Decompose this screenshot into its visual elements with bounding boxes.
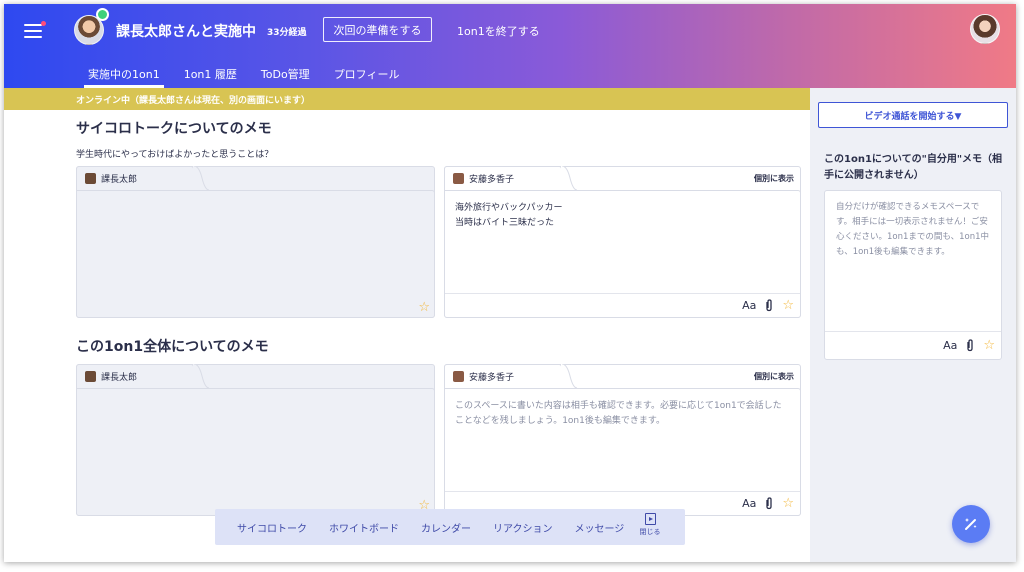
- wand-icon: [965, 518, 977, 530]
- star-icon[interactable]: ☆: [782, 496, 794, 511]
- header: 課長太郎さんと実施中 33分経過 次回の準備をする 1on1を終了する 実施中の…: [4, 4, 1016, 88]
- online-status-banner: オンライン中（課長太郎さんは現在、別の画面にいます）: [4, 88, 810, 110]
- star-icon[interactable]: ☆: [983, 338, 995, 353]
- private-memo-title: この1on1についての"自分用"メモ（相手に公開されません）: [824, 154, 1003, 181]
- private-memo-card[interactable]: 自分だけが確認できるメモスペースです。相手には一切表示されません！ご安心ください…: [824, 190, 1002, 360]
- prepare-next-button[interactable]: 次回の準備をする: [323, 17, 432, 42]
- my-overall-memo-card: 安藤多香子 個別に表示 このスペースに書いた内容は相手も確認できます。必要に応じ…: [444, 364, 801, 516]
- tab-bar: 実施中の1on1 1on1 履歴 ToDo管理 プロフィール: [76, 62, 411, 88]
- partner-overall-memo-card: 課長太郎 ☆: [76, 364, 435, 516]
- partner-memo-card: 課長太郎 ☆: [76, 166, 435, 318]
- online-status-icon: [96, 8, 109, 21]
- toolbar-whiteboard[interactable]: ホワイトボード: [329, 520, 399, 535]
- private-memo-panel: ビデオ通話を開始する▼ この1on1についての"自分用"メモ（相手に公開されませ…: [810, 88, 1016, 562]
- partner-mini-avatar: [85, 371, 96, 382]
- tab-profile[interactable]: プロフィール: [322, 62, 412, 88]
- user-avatar[interactable]: [970, 14, 1000, 44]
- toolbar-close-button[interactable]: 閉じる: [637, 513, 663, 537]
- partner-memo-body[interactable]: [76, 190, 435, 318]
- attachment-icon[interactable]: [764, 299, 774, 312]
- partner-name-label: 課長太郎: [101, 373, 138, 383]
- partner-name-label: 課長太郎: [101, 175, 138, 185]
- attachment-icon[interactable]: [965, 339, 975, 352]
- partner-overall-memo-body[interactable]: [76, 388, 435, 516]
- magic-wand-icon[interactable]: [952, 505, 990, 543]
- elapsed-time: 33分経過: [267, 28, 307, 38]
- memo-toolbar: Aa ☆: [825, 331, 1001, 359]
- section-title-overall: この1on1全体についてのメモ: [76, 339, 269, 355]
- my-name-label: 安藤多香子: [469, 175, 515, 185]
- show-individual-button[interactable]: 個別に表示: [754, 371, 794, 382]
- tab-todo[interactable]: ToDo管理: [249, 62, 322, 88]
- notification-dot: [41, 21, 46, 26]
- partner-name: 課長太郎: [85, 370, 137, 383]
- dice-question: 学生時代にやっておけばよかったと思うことは？: [76, 150, 274, 160]
- session-title: 課長太郎さんと実施中: [116, 24, 256, 40]
- card-tab-slope: [561, 364, 577, 389]
- tab-current-1on1[interactable]: 実施中の1on1: [76, 62, 172, 88]
- start-video-call-button[interactable]: ビデオ通話を開始する▼: [818, 102, 1008, 128]
- partner-name: 課長太郎: [85, 172, 137, 185]
- show-individual-button[interactable]: 個別に表示: [754, 173, 794, 184]
- tab-history[interactable]: 1on1 履歴: [172, 62, 249, 88]
- memo-placeholder[interactable]: このスペースに書いた内容は相手も確認できます。必要に応じて1on1で会話したこと…: [455, 399, 790, 429]
- bottom-toolbar: サイコロトーク ホワイトボード カレンダー リアクション メッセージ 閉じる: [215, 509, 685, 545]
- close-panel-icon: [644, 513, 656, 525]
- memo-text[interactable]: 海外旅行やバックパッカー 当時はバイト三昧だった: [455, 201, 790, 231]
- toolbar-dice-talk[interactable]: サイコロトーク: [237, 520, 307, 535]
- card-tab-slope: [193, 364, 209, 389]
- my-name: 安藤多香子: [453, 172, 514, 185]
- my-memo-card: 安藤多香子 個別に表示 海外旅行やバックパッカー 当時はバイト三昧だった Aa …: [444, 166, 801, 318]
- memo-toolbar: Aa ☆: [445, 293, 800, 317]
- menu-icon[interactable]: [24, 21, 46, 38]
- partner-mini-avatar: [85, 173, 96, 184]
- star-icon[interactable]: ☆: [782, 298, 794, 313]
- card-tab-slope: [193, 166, 209, 191]
- star-icon[interactable]: ☆: [418, 300, 430, 315]
- private-memo-placeholder[interactable]: 自分だけが確認できるメモスペースです。相手には一切表示されません！ご安心ください…: [836, 200, 991, 260]
- app-window: 課長太郎さんと実施中 33分経過 次回の準備をする 1on1を終了する 実施中の…: [4, 4, 1016, 562]
- my-name: 安藤多香子: [453, 370, 514, 383]
- font-format-icon[interactable]: Aa: [742, 299, 756, 312]
- my-name-label: 安藤多香子: [469, 373, 515, 383]
- toolbar-calendar[interactable]: カレンダー: [421, 520, 471, 535]
- my-mini-avatar: [453, 371, 464, 382]
- font-format-icon[interactable]: Aa: [943, 339, 957, 352]
- section-title-dice-talk: サイコロトークについてのメモ: [76, 121, 272, 137]
- my-mini-avatar: [453, 173, 464, 184]
- card-tab-slope: [561, 166, 577, 191]
- close-label: 閉じる: [639, 528, 661, 536]
- toolbar-message[interactable]: メッセージ: [575, 520, 625, 535]
- end-1on1-button[interactable]: 1on1を終了する: [457, 23, 540, 39]
- toolbar-reaction[interactable]: リアクション: [493, 520, 553, 535]
- attachment-icon[interactable]: [764, 497, 774, 510]
- font-format-icon[interactable]: Aa: [742, 497, 756, 510]
